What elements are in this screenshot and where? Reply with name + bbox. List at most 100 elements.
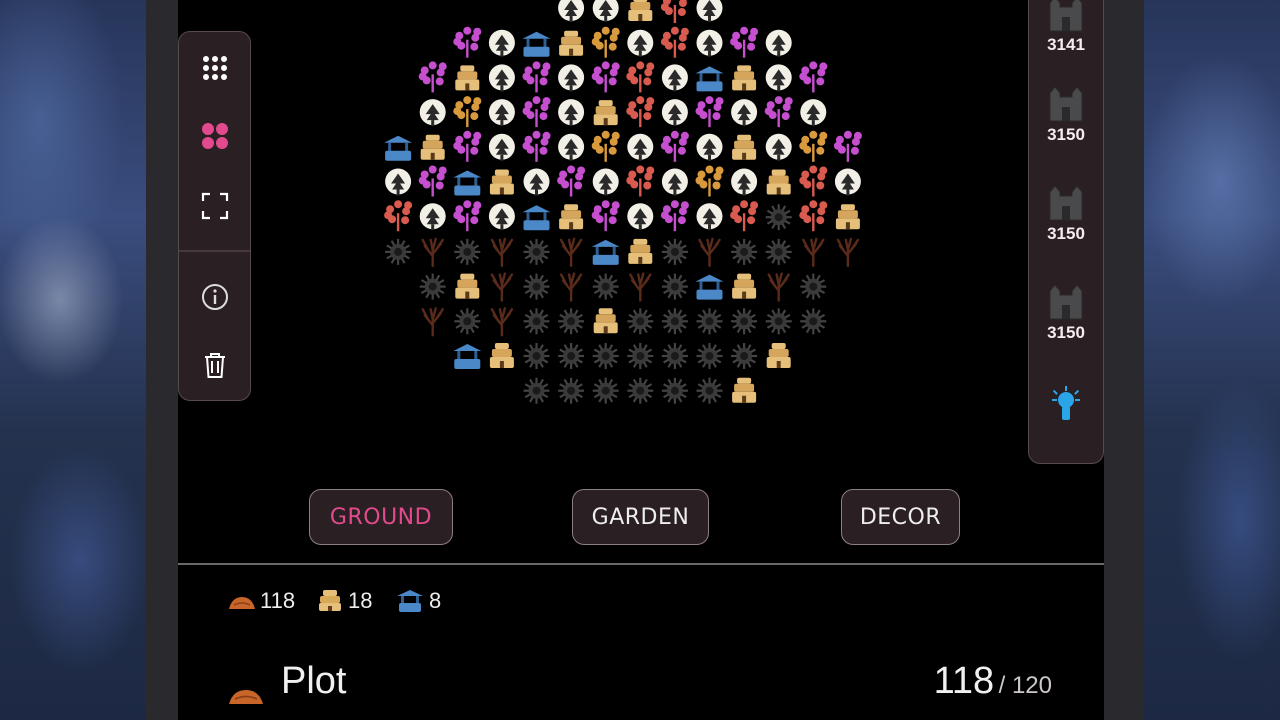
withered-tree-icon[interactable] — [836, 237, 860, 268]
pine-tree-icon[interactable] — [661, 64, 688, 92]
pink-flower-icon[interactable] — [764, 96, 793, 128]
gold-flower-icon[interactable] — [453, 96, 482, 128]
gold-flower-icon[interactable] — [695, 165, 724, 197]
pine-tree-icon[interactable] — [661, 168, 688, 196]
gear-icon[interactable] — [765, 308, 792, 335]
gear-icon[interactable] — [627, 343, 654, 369]
red-flower-icon[interactable] — [660, 26, 689, 58]
red-flower-icon[interactable] — [626, 96, 655, 128]
castle-slot[interactable]: 3150 — [1029, 83, 1103, 145]
withered-tree-icon[interactable] — [629, 272, 652, 302]
beehive-icon[interactable] — [455, 273, 480, 299]
withered-tree-icon[interactable] — [490, 272, 514, 302]
gear-icon[interactable] — [627, 377, 654, 404]
pine-tree-icon[interactable] — [592, 0, 619, 22]
delete-button[interactable] — [179, 335, 250, 395]
pine-tree-icon[interactable] — [488, 64, 515, 92]
pine-tree-icon[interactable] — [696, 203, 723, 231]
beehive-icon[interactable] — [732, 273, 757, 299]
withered-tree-icon[interactable] — [559, 272, 583, 302]
withered-tree-icon[interactable] — [421, 307, 444, 337]
pine-tree-icon[interactable] — [558, 133, 585, 161]
beehive-icon[interactable] — [489, 343, 514, 368]
gear-icon[interactable] — [558, 377, 585, 404]
pink-flower-icon[interactable] — [418, 165, 447, 197]
gold-flower-icon[interactable] — [591, 130, 620, 162]
red-flower-icon[interactable] — [799, 165, 828, 197]
beehive-icon[interactable] — [593, 100, 618, 126]
gear-icon[interactable] — [523, 238, 550, 265]
pine-tree-icon[interactable] — [419, 99, 446, 127]
well-icon[interactable] — [384, 135, 413, 161]
red-flower-icon[interactable] — [660, 0, 689, 23]
pink-flower-icon[interactable] — [522, 96, 551, 128]
castle-slot[interactable]: 3150 — [1029, 281, 1103, 343]
pine-tree-icon[interactable] — [523, 168, 550, 196]
red-flower-icon[interactable] — [626, 61, 655, 93]
red-flower-icon[interactable] — [384, 200, 413, 232]
pink-flower-icon[interactable] — [591, 61, 620, 93]
gear-icon[interactable] — [696, 343, 723, 369]
beehive-icon[interactable] — [420, 134, 445, 160]
gear-icon[interactable] — [731, 238, 758, 265]
withered-tree-icon[interactable] — [490, 237, 514, 268]
pine-tree-icon[interactable] — [488, 133, 515, 161]
gear-icon[interactable] — [696, 377, 723, 404]
gear-icon[interactable] — [419, 273, 446, 300]
beehive-icon[interactable] — [593, 308, 618, 334]
gear-icon[interactable] — [731, 308, 758, 335]
pine-tree-icon[interactable] — [765, 64, 792, 92]
pine-tree-icon[interactable] — [800, 99, 827, 127]
pine-tree-icon[interactable] — [488, 203, 515, 231]
pink-flower-icon[interactable] — [453, 200, 482, 232]
well-icon[interactable] — [453, 344, 482, 369]
gear-icon[interactable] — [523, 273, 550, 300]
gear-icon[interactable] — [558, 343, 585, 369]
well-icon[interactable] — [695, 66, 724, 92]
pink-flower-icon[interactable] — [522, 130, 551, 162]
gear-icon[interactable] — [592, 343, 619, 369]
tab-garden[interactable]: GARDEN — [572, 489, 709, 545]
pine-tree-icon[interactable] — [627, 203, 654, 231]
pine-tree-icon[interactable] — [731, 168, 758, 196]
large-grid-button[interactable] — [179, 106, 250, 166]
pink-flower-icon[interactable] — [591, 200, 620, 232]
pink-flower-icon[interactable] — [418, 61, 447, 93]
beehive-icon[interactable] — [628, 0, 653, 21]
pink-flower-icon[interactable] — [730, 26, 759, 58]
withered-tree-icon[interactable] — [421, 237, 444, 268]
pine-tree-icon[interactable] — [592, 168, 619, 196]
withered-tree-icon[interactable] — [698, 237, 721, 268]
gear-icon[interactable] — [661, 273, 688, 300]
beehive-icon[interactable] — [766, 169, 791, 195]
gear-icon[interactable] — [592, 273, 619, 300]
gear-icon[interactable] — [558, 308, 585, 335]
pink-flower-icon[interactable] — [695, 96, 724, 128]
pine-tree-icon[interactable] — [731, 99, 758, 127]
gear-icon[interactable] — [661, 308, 688, 335]
gear-icon[interactable] — [800, 308, 827, 335]
castle-slot[interactable]: 3150 — [1029, 182, 1103, 244]
beehive-icon[interactable] — [732, 65, 757, 91]
well-icon[interactable] — [591, 239, 620, 265]
pine-tree-icon[interactable] — [558, 99, 585, 127]
gear-icon[interactable] — [385, 238, 412, 265]
beehive-icon[interactable] — [455, 65, 480, 91]
beehive-icon[interactable] — [489, 169, 514, 195]
pine-tree-icon[interactable] — [627, 29, 654, 57]
pine-tree-icon[interactable] — [558, 0, 585, 22]
red-flower-icon[interactable] — [626, 165, 655, 197]
gear-icon[interactable] — [454, 308, 481, 335]
beehive-icon[interactable] — [732, 377, 757, 403]
pine-tree-icon[interactable] — [419, 203, 446, 231]
pine-tree-icon[interactable] — [696, 29, 723, 57]
gear-icon[interactable] — [661, 238, 688, 265]
pine-tree-icon[interactable] — [558, 64, 585, 92]
fullscreen-button[interactable] — [179, 176, 250, 236]
gear-icon[interactable] — [800, 273, 827, 300]
castle-slot[interactable]: 3141 — [1029, 0, 1103, 55]
gear-icon[interactable] — [661, 343, 688, 369]
pine-tree-icon[interactable] — [488, 99, 515, 127]
pink-flower-icon[interactable] — [799, 61, 828, 93]
gear-icon[interactable] — [765, 204, 792, 231]
